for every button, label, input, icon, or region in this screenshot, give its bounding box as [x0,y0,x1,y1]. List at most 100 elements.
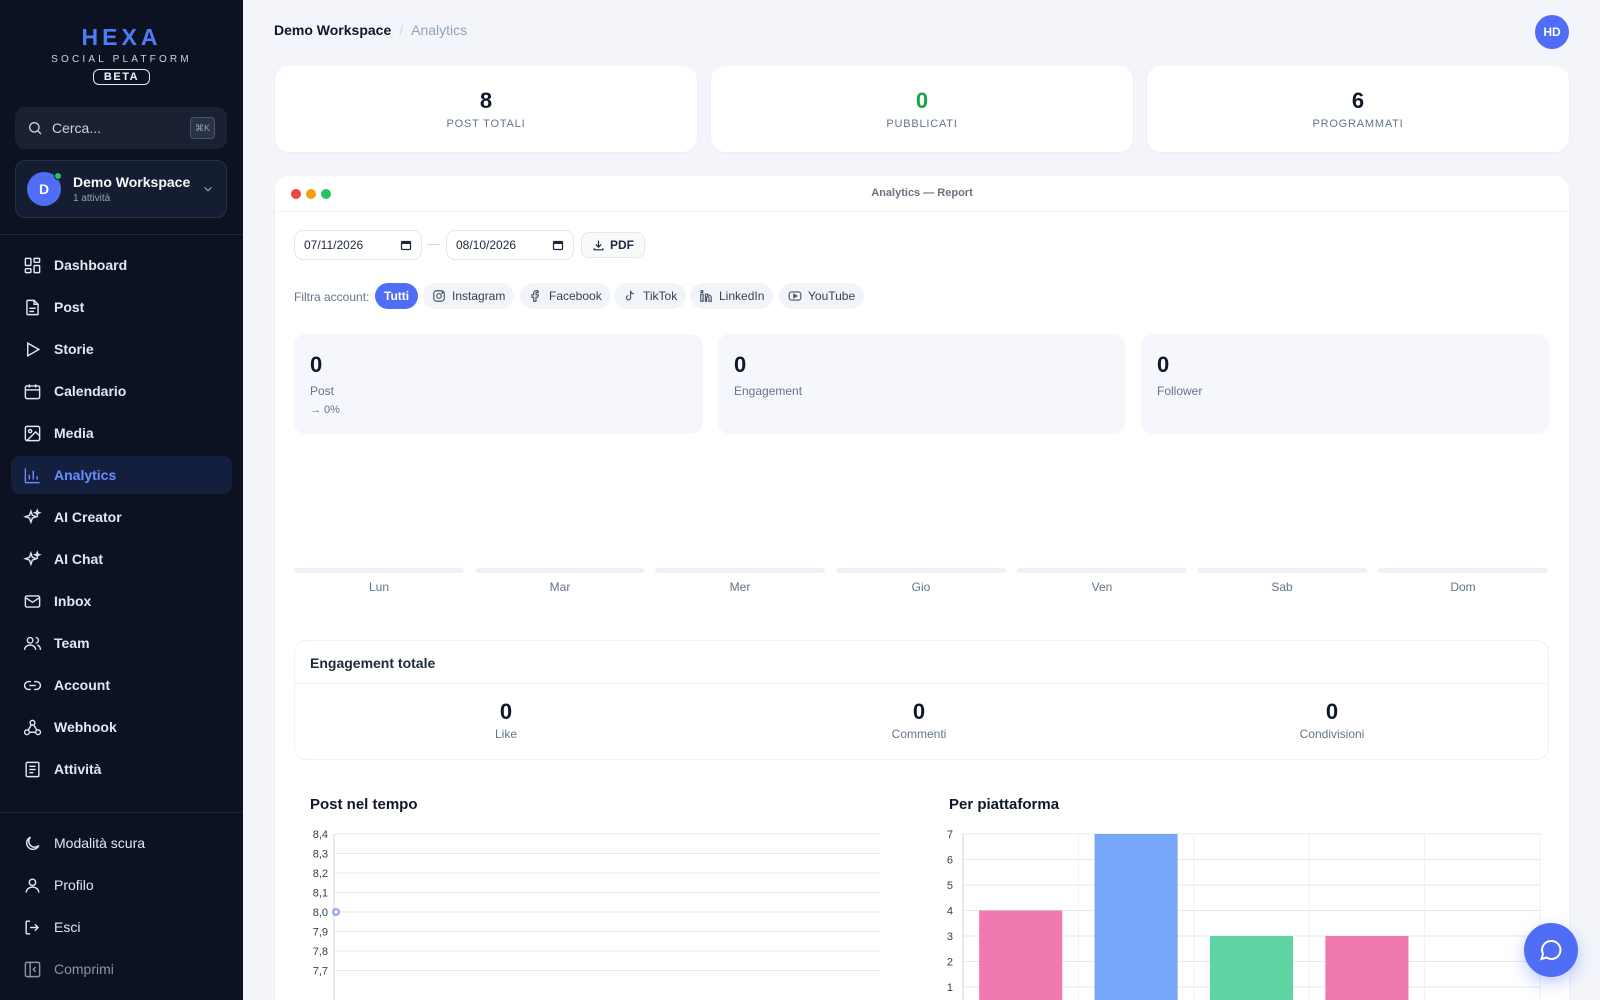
brand-subtitle: SOCIAL PLATFORM [51,54,192,65]
calendar-icon [400,240,412,251]
nav-webhook[interactable]: Webhook [11,708,232,746]
chat-bubble-icon [1540,939,1562,961]
nav-label: Attività [54,761,102,777]
search-box[interactable]: Cerca... ⌘K [15,107,227,149]
filter-chip-youtube[interactable]: YouTube [779,283,865,309]
nav-profilo[interactable]: Profilo [11,866,232,904]
nav-ai-creator[interactable]: AI Creator [11,498,232,536]
play-icon [27,341,41,357]
nav-account[interactable]: Account [11,666,232,704]
breadcrumb-workspace[interactable]: Demo Workspace [274,22,391,38]
search-icon [29,122,42,135]
filter-chip-tiktok[interactable]: TikTok [614,283,687,309]
nav-esci[interactable]: Esci [11,908,232,946]
nav-label: Profilo [54,877,94,893]
filter-chip-all[interactable]: Tutti [375,283,419,309]
webhook-icon [23,719,42,735]
stat-label: PUBBLICATI [886,118,958,130]
nav-attivita[interactable]: Attività [11,750,232,788]
chat-fab-button[interactable] [1524,923,1578,977]
breadcrumb: Demo Workspace / Analytics [274,22,467,38]
nav-dark-mode[interactable]: Modalità scura [11,824,232,862]
y-tick-label: 7,7 [313,966,328,978]
kpi-value: 0 [310,352,323,377]
search-shortcut: ⌘K [190,117,215,139]
kpi-label: Post [310,384,335,398]
week-day-label: Ven [1091,580,1113,594]
y-tick-label: 6 [947,855,953,867]
y-tick-label: 2 [947,957,953,969]
online-status-dot [54,172,62,180]
user-avatar[interactable]: HD [1535,15,1569,49]
y-tick-label: 8,0 [313,907,328,919]
bar-chart-title: Per piattaforma [949,796,1060,813]
stat-card-total-posts: 8 POST TOTALI [275,66,697,152]
sidebar-divider [0,234,243,235]
search-input[interactable]: Cerca... [52,120,190,136]
calendar-icon [24,383,41,399]
kpi-card-posts: 0 Post → 0% [294,334,703,434]
week-day-label: Sab [1271,580,1293,594]
filter-chip-facebook[interactable]: Facebook [520,283,611,309]
nav-calendario[interactable]: Calendario [11,372,232,410]
nav-label: Calendario [54,383,127,399]
line-chart-title: Post nel tempo [310,796,418,813]
y-tick-label: 7,8 [313,946,328,958]
engagement-comments: 0 Commenti [819,699,1019,741]
nav-ai-chat[interactable]: AI Chat [11,540,232,578]
nav-team[interactable]: Team [11,624,232,662]
instagram-icon [433,290,445,302]
nav-storie[interactable]: Storie [11,330,232,368]
date-to-input[interactable]: 08/10/2026 [446,230,574,260]
activity-icon [25,761,40,777]
kpi-value: 0 [1157,352,1170,377]
workspace-switcher[interactable]: D Demo Workspace 1 attività [15,160,227,218]
user-icon [25,877,40,893]
week-bar [655,568,825,573]
dashboard-icon [24,257,41,273]
y-tick-label: 8,2 [313,868,328,880]
week-bar [836,568,1006,573]
week-bar [1197,568,1367,573]
nav-label: Esci [54,919,81,935]
bar [979,910,1063,1000]
bar [1209,936,1294,1000]
date-from-input[interactable]: 07/11/2026 [294,230,422,260]
main-nav: Dashboard Post Storie Calendario Media A… [11,246,232,792]
filter-chip-instagram[interactable]: Instagram [423,283,515,309]
breadcrumb-separator: / [399,22,404,38]
nav-label: AI Creator [54,509,122,525]
sparkles-icon [23,549,42,566]
nav-analytics[interactable]: Analytics [11,456,232,494]
filter-chip-linkedin[interactable]: LinkedIn [690,283,774,309]
brand-name: HEXA [81,24,162,50]
posts-over-time-chart: 8,4 8,3 8,2 8,1 8,0 7,9 7,8 7,7 [313,829,881,1000]
nav-inbox[interactable]: Inbox [11,582,232,620]
workspace-meta: 1 attività [73,193,111,204]
stat-label: PROGRAMMATI [1312,118,1404,130]
export-pdf-button[interactable]: PDF [581,232,645,258]
nav-media[interactable]: Media [11,414,232,452]
report-window-bar: Analytics — Report [275,176,1569,212]
y-tick-label: 7,9 [313,927,328,939]
nav-label: Media [54,425,94,441]
engagement-label: Commenti [891,727,947,741]
nav-dashboard[interactable]: Dashboard [11,246,232,284]
week-day-label: Lun [368,580,390,594]
download-icon [593,240,604,250]
y-tick-label: 5 [947,880,953,892]
week-bar [1378,568,1548,573]
nav-post[interactable]: Post [11,288,232,326]
mail-icon [24,594,41,608]
kpi-value: 0 [734,352,747,377]
chart-icon [24,467,40,483]
y-tick-label: 8,1 [313,888,328,900]
facebook-icon [531,290,540,302]
stat-value: 6 [1351,88,1365,113]
bottom-nav: Modalità scura Profilo Esci Comprimi [11,824,232,992]
sidebar: HEXA SOCIAL PLATFORM BETA Cerca... ⌘K D … [0,0,243,1000]
nav-comprimi[interactable]: Comprimi [11,950,232,988]
engagement-label: Like [494,727,517,741]
breadcrumb-current: Analytics [411,22,468,38]
tiktok-icon [625,290,634,301]
